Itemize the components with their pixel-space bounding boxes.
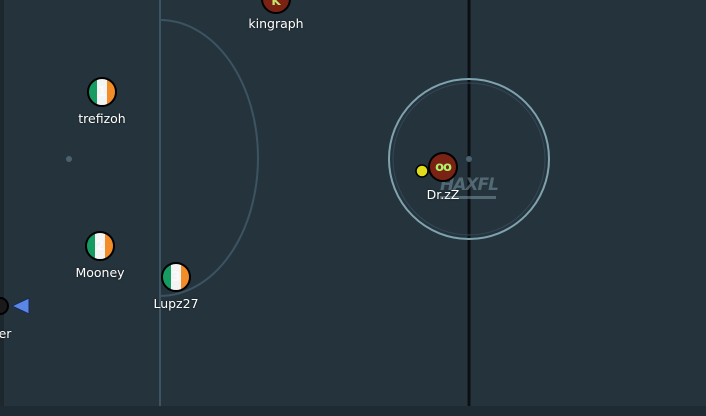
player-name: trefizoh xyxy=(78,111,126,126)
penalty-arc xyxy=(159,19,259,297)
player-kingraph: K xyxy=(261,0,291,14)
player-avatar: 2 xyxy=(95,238,105,254)
player-name: er xyxy=(0,326,12,341)
player-avatar: 3 xyxy=(171,269,181,285)
penalty-spot xyxy=(66,156,72,162)
player-trefizoh: 1 xyxy=(87,77,117,107)
field-edge-bottom xyxy=(0,406,706,416)
player-avatar: K xyxy=(271,0,281,8)
game-field: HAXFL K kingraph 1 trefizoh 2 Mooney 3 L… xyxy=(0,0,706,416)
player-mooney: 2 xyxy=(85,231,115,261)
player-lupz27: 3 xyxy=(161,262,191,292)
field-edge-left xyxy=(0,0,4,416)
player-avatar: oo xyxy=(435,159,452,175)
player-name: Mooney xyxy=(75,265,125,280)
player-name: Dr.zZ xyxy=(426,187,460,202)
offscreen-pointer-icon xyxy=(10,297,30,315)
player-name: kingraph xyxy=(248,16,304,31)
player-name: Lupz27 xyxy=(153,296,199,311)
player-drzz: oo xyxy=(428,152,458,182)
pitch-markings xyxy=(66,0,550,406)
center-spot xyxy=(466,156,472,162)
player-avatar: 1 xyxy=(97,84,107,100)
